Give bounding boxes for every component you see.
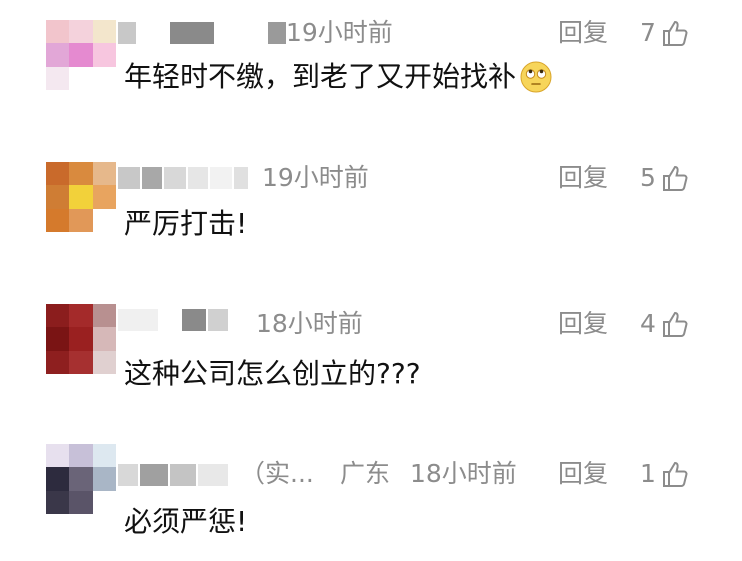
thumbs-up-icon bbox=[662, 311, 688, 337]
like-button[interactable]: 4 bbox=[640, 308, 690, 340]
reply-button[interactable]: 回复 bbox=[558, 17, 608, 49]
like-button[interactable]: 1 bbox=[640, 458, 690, 490]
thumbs-up-icon bbox=[662, 20, 688, 46]
thumbs-up-icon bbox=[662, 165, 688, 191]
like-count: 5 bbox=[640, 163, 656, 192]
avatar[interactable] bbox=[46, 304, 116, 374]
username-blurred[interactable] bbox=[118, 307, 228, 333]
rolling-eyes-emoji-icon bbox=[520, 61, 552, 93]
reply-button[interactable]: 回复 bbox=[558, 458, 608, 490]
avatar[interactable] bbox=[46, 20, 116, 90]
comment-time: 19小时前 bbox=[286, 18, 393, 47]
reply-button[interactable]: 回复 bbox=[558, 162, 608, 194]
comment-time: 19小时前 bbox=[262, 163, 369, 192]
comment-item: 19小时前 回复 5 严厉打击! bbox=[0, 140, 742, 280]
comment-time: 18小时前 bbox=[256, 309, 363, 338]
username-blurred[interactable] bbox=[118, 462, 228, 488]
comment-text: 年轻时不缴，到老了又开始找补 bbox=[124, 59, 552, 95]
like-count: 1 bbox=[640, 459, 656, 488]
reply-button[interactable]: 回复 bbox=[558, 308, 608, 340]
like-button[interactable]: 5 bbox=[640, 162, 690, 194]
comment-text: 严厉打击! bbox=[124, 207, 248, 240]
comment-item: 19小时前 回复 7 年轻时不缴，到老了又开始找补 bbox=[0, 0, 742, 140]
thumbs-up-icon bbox=[662, 461, 688, 487]
comment-time: 18小时前 bbox=[410, 459, 517, 488]
username-blurred[interactable] bbox=[118, 165, 248, 191]
comment-text: 必须严惩! bbox=[124, 505, 248, 538]
comment-item: （实... 广东 18小时前 回复 1 必须严惩! bbox=[0, 420, 742, 560]
comment-item: 18小时前 回复 4 这种公司怎么创立的??? bbox=[0, 280, 742, 420]
avatar[interactable] bbox=[46, 162, 116, 232]
comment-text: 这种公司怎么创立的??? bbox=[124, 357, 421, 390]
like-count: 4 bbox=[640, 309, 656, 338]
avatar[interactable] bbox=[46, 444, 116, 514]
username-blurred[interactable] bbox=[118, 20, 286, 46]
like-count: 7 bbox=[640, 18, 656, 47]
like-button[interactable]: 7 bbox=[640, 17, 690, 49]
comment-region: 广东 bbox=[340, 459, 391, 488]
comment-author-suffix: （实... bbox=[240, 459, 314, 488]
